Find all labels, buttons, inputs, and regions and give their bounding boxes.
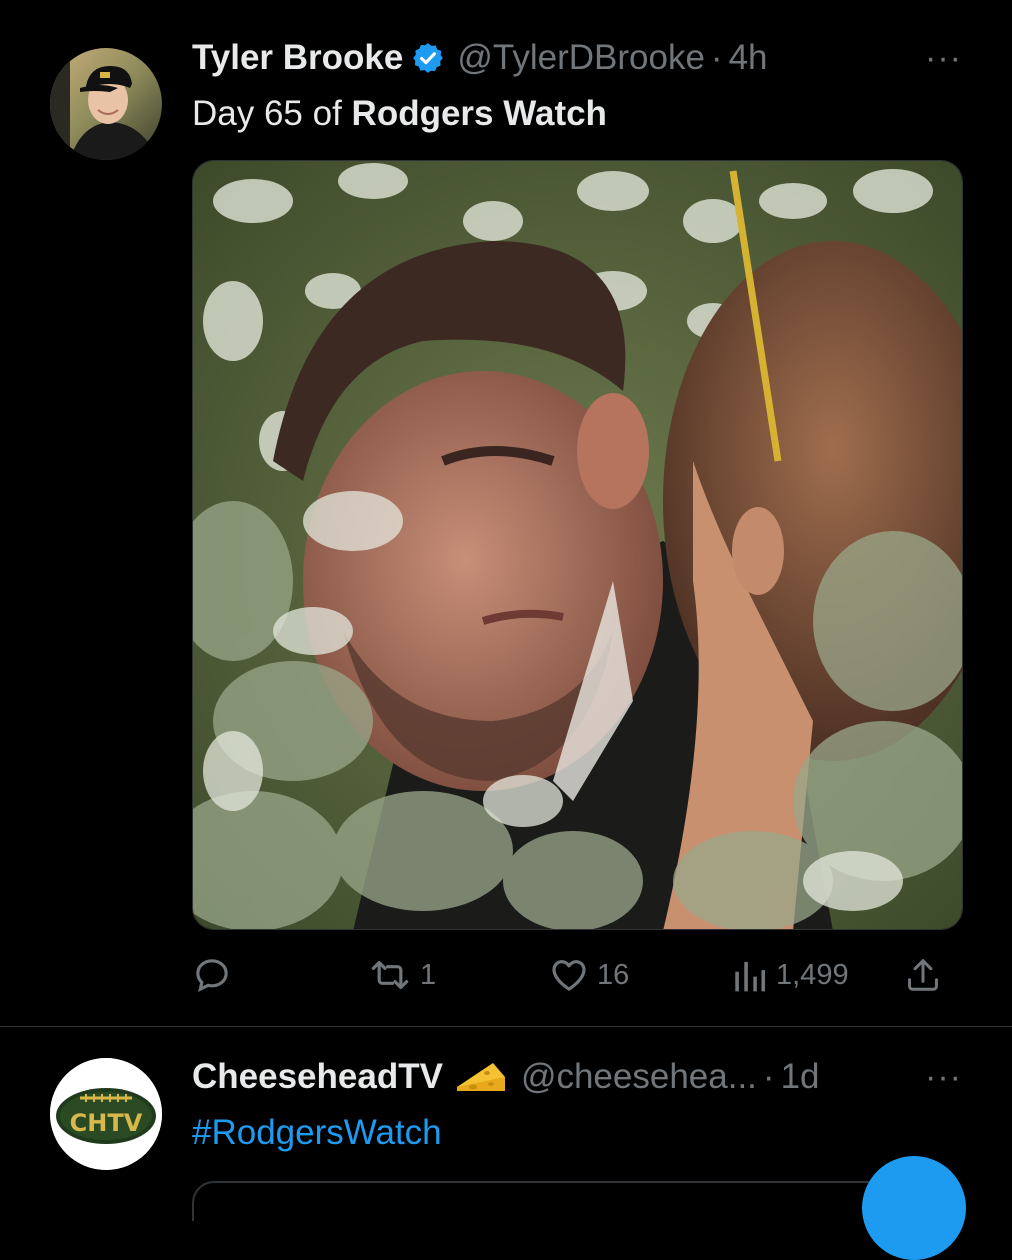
timestamp[interactable]: 4h (729, 36, 768, 80)
like-count: 16 (597, 958, 630, 991)
views-chart-icon (732, 955, 768, 995)
handle[interactable]: @TylerDBrooke (457, 36, 705, 80)
share-icon (904, 955, 942, 995)
display-name[interactable]: Tyler Brooke (192, 36, 403, 80)
retweet-icon (368, 955, 412, 995)
heart-icon (549, 955, 589, 995)
like-button[interactable]: 16 (549, 948, 629, 1002)
compose-tweet-button[interactable] (862, 1156, 966, 1260)
hashtag-link[interactable]: #RodgersWatch (192, 1113, 442, 1152)
tweet-text: Day 65 of Rodgers Watch (192, 92, 962, 136)
chtv-logo-icon: CHTV (50, 1058, 162, 1170)
timestamp[interactable]: 1d (781, 1055, 820, 1099)
tweet-actions: 1 16 1,499 (192, 948, 963, 1002)
views-button[interactable]: 1,499 (732, 948, 849, 1002)
more-options-icon[interactable]: ··· (922, 36, 962, 80)
tweet-photo[interactable] (192, 160, 963, 930)
verified-badge-icon (411, 41, 445, 75)
tweet-text-bold: Rodgers Watch (351, 94, 607, 133)
avatar[interactable] (50, 48, 162, 160)
tweet-text-plain: Day 65 of (192, 94, 352, 133)
reply-icon (192, 955, 232, 995)
views-count: 1,499 (776, 958, 849, 991)
avatar-photo (50, 48, 162, 160)
handle[interactable]: @cheesehea... (521, 1055, 757, 1099)
separator-dot: · (762, 1057, 775, 1096)
tweet-text: #RodgersWatch (192, 1111, 962, 1155)
retweet-count: 1 (420, 958, 437, 991)
tweet-header: CheeseheadTV @cheesehea... · 1d ··· (192, 1055, 962, 1099)
tweet[interactable]: Tyler Brooke @TylerDBrooke · 4h ··· Day … (0, 0, 1012, 1026)
share-button[interactable] (904, 948, 942, 1002)
photo-image (193, 161, 962, 929)
tweet-media-preview[interactable] (192, 1181, 963, 1221)
cheese-icon (453, 1057, 509, 1097)
retweet-button[interactable]: 1 (368, 948, 436, 1002)
separator-dot: · (710, 38, 723, 77)
svg-text:CHTV: CHTV (70, 1109, 143, 1137)
display-name[interactable]: CheeseheadTV (192, 1055, 443, 1099)
avatar[interactable]: CHTV (50, 1058, 162, 1170)
reply-button[interactable] (192, 948, 232, 1002)
tweet-header: Tyler Brooke @TylerDBrooke · 4h ··· (192, 36, 962, 80)
tweet[interactable]: CHTV CheeseheadTV @cheesehea... · 1d ···… (0, 1027, 1012, 1221)
more-options-icon[interactable]: ··· (922, 1055, 962, 1099)
